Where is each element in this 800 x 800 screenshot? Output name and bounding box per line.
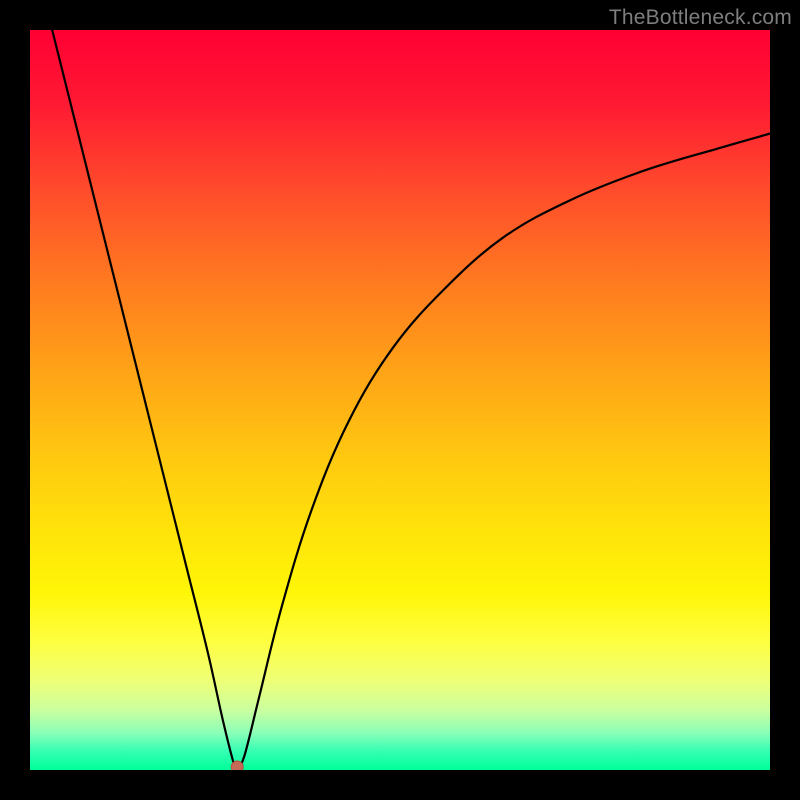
chart-frame: TheBottleneck.com bbox=[0, 0, 800, 800]
watermark-text: TheBottleneck.com bbox=[609, 6, 792, 30]
plot-area bbox=[30, 30, 770, 770]
bottleneck-curve bbox=[30, 30, 770, 770]
optimum-marker bbox=[231, 761, 243, 770]
curve-path bbox=[52, 30, 770, 770]
